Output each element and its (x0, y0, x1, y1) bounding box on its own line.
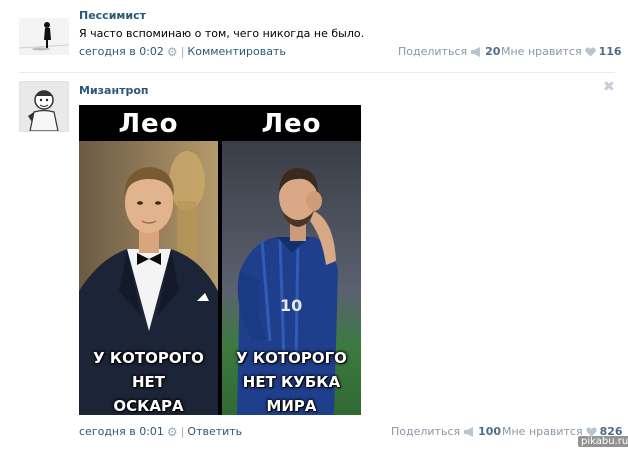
reply-link[interactable]: Ответить (187, 425, 242, 438)
post-text: Я часто вспоминаю о том, чего никогда не… (79, 27, 365, 40)
share-count: 20 (485, 45, 501, 58)
like-count: 116 (598, 45, 622, 58)
post-meta: сегодня в 0:01 ⚙ | Ответить (79, 425, 242, 439)
avatar-pessimist[interactable] (19, 18, 69, 55)
megaphone-icon (470, 47, 482, 60)
meme-left-caption-line: НЕТ (131, 373, 166, 391)
meme-right-caption-line: НЕТ КУБКА (242, 373, 341, 391)
post-divider (19, 72, 615, 73)
share-button[interactable]: Поделиться 20 (398, 45, 500, 60)
meme-left-caption-line: ОСКАРА (113, 397, 184, 415)
share-label: Поделиться (391, 425, 461, 438)
post-meta: сегодня в 0:02 ⚙ | Комментировать (79, 45, 286, 59)
post-timestamp[interactable]: сегодня в 0:02 (79, 45, 164, 58)
watermark: pikabu.ru (578, 436, 628, 447)
meme-panel-right: Лео 10 У КОТОРОГО НЕТ КУБКА МИРА (222, 105, 361, 415)
like-label: Мне нравится (501, 45, 582, 58)
post-author[interactable]: Мизантроп (79, 84, 148, 97)
meme-right-caption: У КОТОРОГО НЕТ КУБКА МИРА (222, 346, 361, 415)
share-label: Поделиться (398, 45, 468, 58)
gear-icon[interactable]: ⚙ (167, 45, 178, 59)
like-button[interactable]: Мне нравится 116 (501, 45, 622, 60)
meme-right-title: Лео (222, 105, 361, 141)
avatar-misanthrope[interactable] (19, 81, 69, 132)
meme-left-title: Лео (79, 105, 218, 141)
heart-icon (584, 47, 596, 60)
meme-right-caption-line: МИРА (266, 397, 317, 415)
post-timestamp[interactable]: сегодня в 0:01 (79, 425, 164, 438)
post-author[interactable]: Пессимист (79, 9, 146, 22)
gear-icon[interactable]: ⚙ (167, 425, 178, 439)
meta-separator: | (180, 45, 185, 58)
meme-image[interactable]: Лео У КОТОРОГО НЕТ ОСКАРА Лео 10 У КОТОР… (79, 105, 361, 415)
meme-right-caption-line: У КОТОРОГО (236, 349, 347, 367)
meme-left-caption: У КОТОРОГО НЕТ ОСКАРА (79, 346, 218, 415)
comment-link[interactable]: Комментировать (187, 45, 285, 58)
meme-panel-left: Лео У КОТОРОГО НЕТ ОСКАРА (79, 105, 218, 415)
share-button[interactable]: Поделиться 100 (391, 425, 501, 440)
svg-text:10: 10 (280, 296, 302, 315)
meme-left-caption-line: У КОТОРОГО (93, 349, 204, 367)
megaphone-icon (463, 427, 475, 440)
close-icon[interactable]: ✖ (603, 79, 615, 95)
share-count: 100 (478, 425, 502, 438)
meta-separator: | (180, 425, 185, 438)
like-label: Мне нравится (502, 425, 583, 438)
